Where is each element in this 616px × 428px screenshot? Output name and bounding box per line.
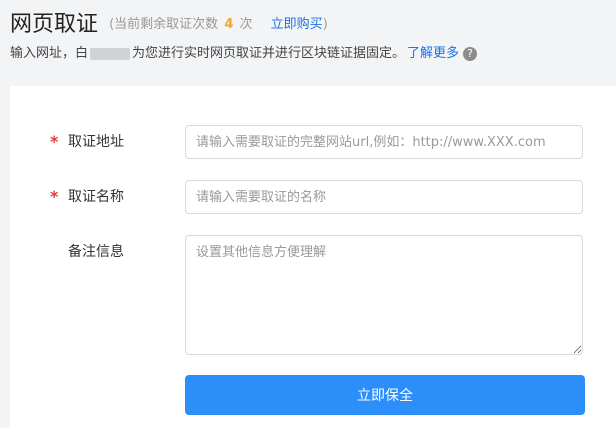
description-after: 为您进行实时网页取证并进行区块链证据固定。 xyxy=(132,46,406,61)
remaining-prefix: (当前剩余取证次数 xyxy=(109,16,219,32)
remaining-count-info: (当前剩余取证次数 4 次 立即购买) xyxy=(109,13,328,32)
remaining-suffix: ) xyxy=(322,16,328,32)
page-title: 网页取证 xyxy=(10,12,99,37)
required-mark: * xyxy=(50,132,59,151)
page-header: 网页取证 (当前剩余取证次数 4 次 立即购买) xyxy=(10,6,616,38)
redacted-name xyxy=(90,47,131,60)
help-icon[interactable]: ? xyxy=(463,46,478,61)
remaining-count: 4 xyxy=(224,16,234,32)
save-button[interactable]: 立即保全 xyxy=(185,375,585,415)
url-label: * 取证地址 xyxy=(10,125,130,159)
note-label: 备注信息 xyxy=(10,235,130,269)
name-label: * 取证名称 xyxy=(10,180,130,214)
url-input[interactable] xyxy=(185,125,583,159)
url-label-text: 取证地址 xyxy=(68,134,124,150)
description-line: 输入网址，白 为您进行实时网页取证并进行区块链证据固定。 了解更多? xyxy=(10,42,478,61)
name-label-text: 取证名称 xyxy=(68,189,124,205)
description-before: 输入网址，白 xyxy=(10,46,89,61)
required-mark: * xyxy=(50,187,59,206)
name-input[interactable] xyxy=(185,180,583,214)
form-card: * 取证地址 * 取证名称 备注信息 立即保全 xyxy=(10,86,616,428)
learn-more-link[interactable]: 了解更多 xyxy=(407,46,459,61)
buy-now-link[interactable]: 立即购买 xyxy=(271,17,323,32)
remaining-unit: 次 xyxy=(239,16,253,32)
note-textarea[interactable] xyxy=(185,235,583,355)
note-label-text: 备注信息 xyxy=(68,244,124,260)
